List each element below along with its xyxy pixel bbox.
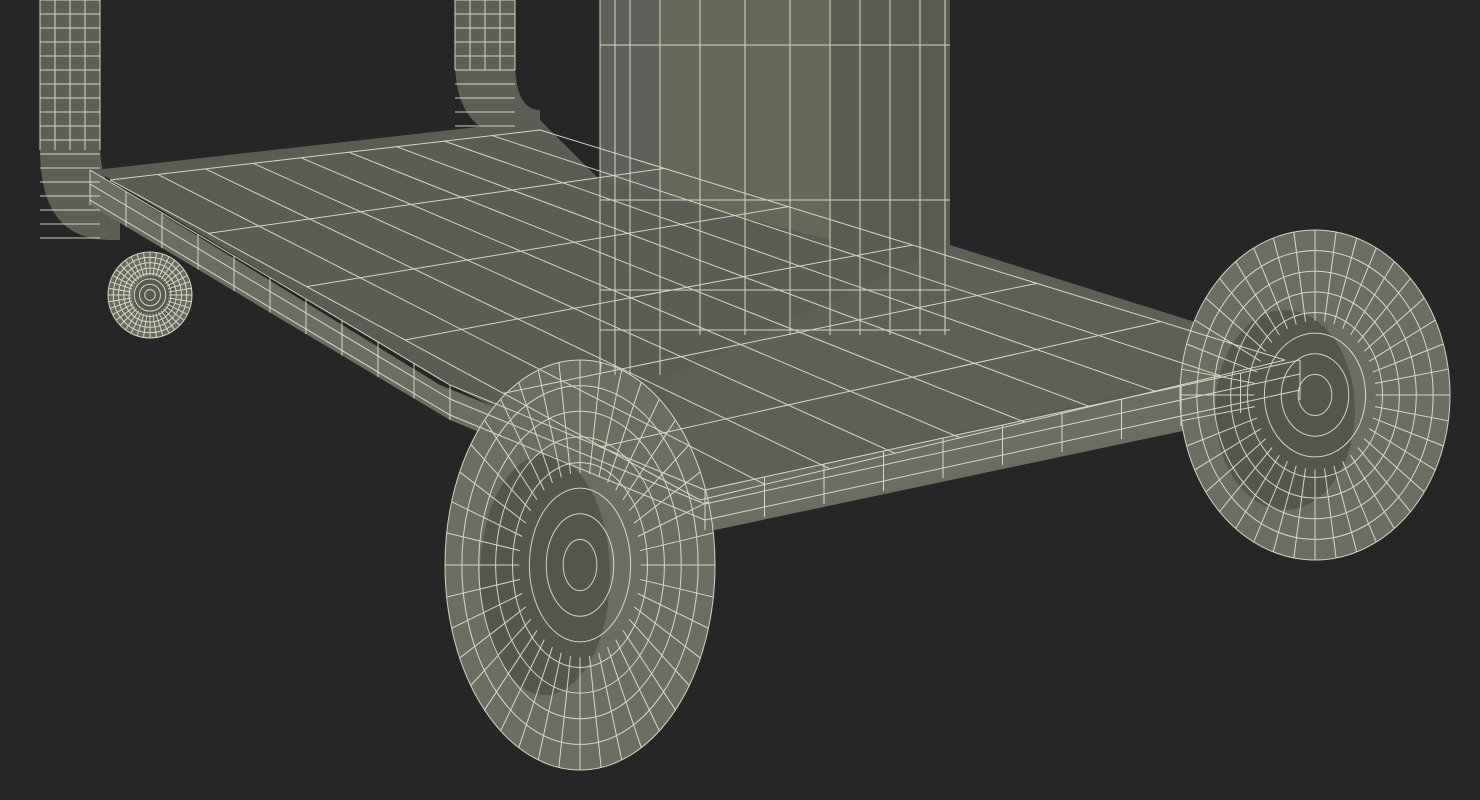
wireframe-render bbox=[0, 0, 1480, 800]
render-viewport bbox=[0, 0, 1480, 800]
